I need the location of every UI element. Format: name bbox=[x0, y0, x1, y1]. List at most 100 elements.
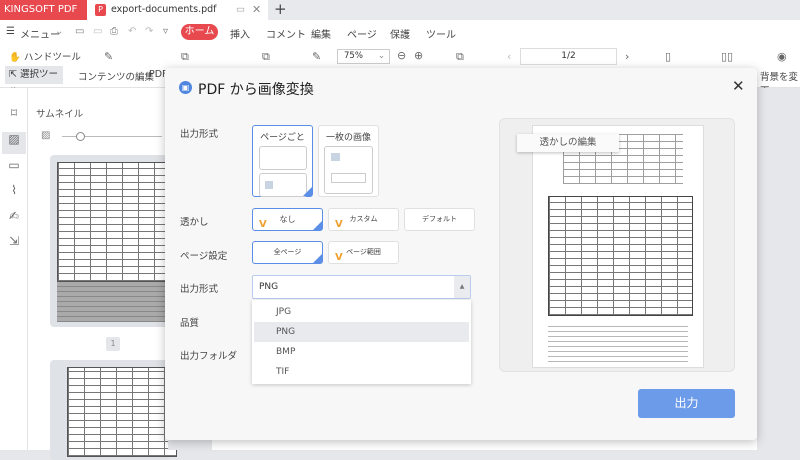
tab-protect[interactable]: 保護 bbox=[390, 26, 410, 41]
pin-icon[interactable]: ▭ bbox=[236, 0, 245, 20]
tab-home[interactable]: ホーム bbox=[181, 24, 218, 40]
attachment-icon[interactable]: ⌇ bbox=[6, 183, 22, 199]
option-single-image[interactable]: 一枚の画像 bbox=[318, 125, 379, 197]
tab-comment[interactable]: コメント bbox=[266, 26, 306, 41]
close-icon[interactable]: ✕ bbox=[732, 77, 745, 95]
preview-form-table bbox=[548, 196, 693, 316]
watermark-none-label: なし bbox=[279, 215, 296, 224]
print-icon[interactable]: ⎙ bbox=[110, 26, 118, 37]
thumbnail-page-footer bbox=[57, 282, 177, 322]
page-setting-label: ページ設定 bbox=[180, 251, 228, 262]
zoom-out-icon[interactable]: ⊖ bbox=[397, 49, 406, 62]
tab-insert[interactable]: 挿入 bbox=[230, 26, 250, 41]
pdf-icon: P bbox=[95, 4, 106, 16]
thumbnail-title: サムネイル bbox=[36, 109, 84, 120]
page-icon bbox=[258, 173, 307, 197]
format-option-jpg[interactable]: JPG bbox=[254, 302, 469, 322]
save-icon[interactable]: ▭ bbox=[93, 26, 102, 37]
convert-icon[interactable]: ⧉ bbox=[181, 50, 189, 64]
page-number-badge: 1 bbox=[106, 337, 120, 351]
chevron-down-icon: ⌄ bbox=[55, 26, 64, 37]
tab-page[interactable]: ページ bbox=[347, 26, 377, 41]
image-convert-icon: ▣ bbox=[179, 81, 192, 94]
next-page-icon[interactable]: › bbox=[625, 50, 629, 63]
edit-content-icon[interactable]: ✎ bbox=[104, 50, 113, 63]
option-per-page-label: ページごと bbox=[260, 133, 305, 143]
document-tab-title: export-documents.pdf bbox=[111, 4, 217, 15]
extract-icon[interactable]: ⇲ bbox=[6, 234, 22, 250]
page-input[interactable]: 1/2 bbox=[520, 48, 617, 65]
hamburger-icon[interactable]: ☰ bbox=[6, 26, 15, 37]
page-thumbnail-1[interactable] bbox=[50, 155, 177, 327]
single-image-icon bbox=[324, 146, 373, 194]
thumbnail-page-image bbox=[67, 367, 177, 457]
dialog-title: PDF から画像変換 bbox=[198, 82, 314, 98]
format-option-png[interactable]: PNG bbox=[254, 322, 469, 342]
page-all-label: 全ページ bbox=[273, 248, 302, 256]
preview-text-lines bbox=[548, 322, 688, 362]
format-value: PNG bbox=[259, 282, 279, 292]
preview-page bbox=[532, 125, 704, 368]
chevron-down-icon: ⌄ bbox=[377, 51, 385, 61]
thumbnail-icon[interactable]: ▨ bbox=[2, 132, 26, 154]
quality-label: 品質 bbox=[180, 318, 200, 329]
edit-text-icon[interactable]: ✎ bbox=[312, 50, 321, 63]
format-option-bmp[interactable]: BMP bbox=[254, 342, 469, 362]
comment-icon[interactable]: ▭ bbox=[6, 158, 22, 174]
format-select[interactable]: PNG ▲ bbox=[252, 275, 471, 299]
rotate-icon[interactable]: ⧉ bbox=[456, 50, 464, 64]
hand-tool-label: ハンドツール bbox=[23, 52, 81, 63]
undo-icon[interactable]: ↶ bbox=[128, 26, 136, 37]
hand-tool[interactable]: ✋ ハンドツール bbox=[9, 49, 81, 63]
document-tab[interactable]: P export-documents.pdf ▭ ✕ bbox=[87, 0, 268, 20]
bookmark-icon[interactable]: ⌑ bbox=[6, 106, 22, 122]
menu-button[interactable]: メニュー bbox=[20, 26, 60, 41]
output-button[interactable]: 出力 bbox=[638, 389, 735, 418]
preview-panel: 透かしの編集 bbox=[499, 118, 735, 372]
tab-tools[interactable]: ツール bbox=[426, 26, 456, 41]
page-all[interactable]: 全ページ bbox=[252, 241, 323, 264]
new-tab-button[interactable]: + bbox=[274, 0, 287, 18]
watermark-edit-label[interactable]: 透かしの編集 bbox=[517, 134, 619, 152]
watermark-custom-label: カスタム bbox=[349, 215, 378, 223]
format-label: 出力形式 bbox=[180, 284, 219, 295]
close-tab-icon[interactable]: ✕ bbox=[252, 0, 261, 20]
v-icon: V bbox=[335, 219, 343, 230]
prev-page-icon[interactable]: ‹ bbox=[507, 50, 511, 63]
single-page-icon[interactable]: ▯ bbox=[665, 50, 671, 63]
redo-icon[interactable]: ↷ bbox=[145, 26, 153, 37]
v-icon: V bbox=[335, 252, 343, 263]
book-view-icon[interactable]: ▯▯ bbox=[721, 50, 733, 63]
option-per-page[interactable]: ページごと bbox=[252, 125, 313, 197]
page-thumbnail-2[interactable] bbox=[50, 360, 177, 460]
left-icon-strip: ⌑ ▨ ▭ ⌇ ✍ ⇲ bbox=[0, 88, 28, 450]
page-range[interactable]: V ページ範囲 bbox=[328, 241, 399, 264]
format-dropdown: JPG PNG BMP TIF bbox=[252, 300, 471, 384]
customize-icon[interactable]: ▿ bbox=[163, 26, 168, 37]
output-mode-label: 出力形式 bbox=[180, 129, 219, 140]
select-tool[interactable]: ⇱ 選択ツール bbox=[5, 66, 63, 98]
eye-icon[interactable]: ◉ bbox=[777, 50, 787, 63]
image-size-icon: ▨ bbox=[41, 130, 51, 141]
zoom-in-icon[interactable]: ⊕ bbox=[414, 49, 423, 62]
zoom-select[interactable]: 75% ⌄ bbox=[337, 49, 390, 64]
slider-handle[interactable] bbox=[76, 132, 85, 141]
chevron-up-icon: ▲ bbox=[454, 276, 470, 298]
format-option-tif[interactable]: TIF bbox=[254, 362, 469, 382]
thumbnail-panel: サムネイル ▨ 1 bbox=[28, 88, 177, 460]
watermark-default[interactable]: デフォルト bbox=[404, 208, 475, 231]
watermark-custom[interactable]: V カスタム bbox=[328, 208, 399, 231]
output-folder-label: 出力フォルダ bbox=[180, 351, 238, 362]
image-icon[interactable]: ⧉ bbox=[262, 50, 270, 64]
zoom-value: 75% bbox=[344, 51, 363, 61]
edit-content-button[interactable]: コンテンツの編集 bbox=[78, 69, 154, 83]
option-single-image-label: 一枚の画像 bbox=[325, 133, 371, 143]
watermark-none[interactable]: V なし bbox=[252, 208, 323, 231]
watermark-label: 透かし bbox=[180, 217, 209, 228]
signature-icon[interactable]: ✍ bbox=[6, 209, 22, 225]
thumbnail-page-image bbox=[57, 162, 177, 282]
open-icon[interactable]: ▭ bbox=[75, 26, 84, 37]
watermark-default-label: デフォルト bbox=[422, 215, 457, 223]
tab-bar: KINGSOFT PDF Pro P export-documents.pdf … bbox=[0, 0, 800, 35]
tab-edit[interactable]: 編集 bbox=[311, 26, 331, 41]
